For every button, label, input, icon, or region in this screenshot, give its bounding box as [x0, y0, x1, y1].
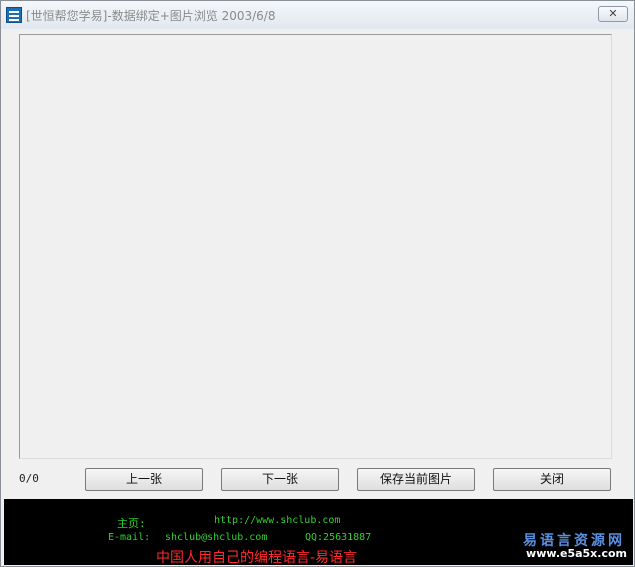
save-image-button[interactable]: 保存当前图片 — [357, 468, 475, 491]
qq-number: QQ:25631887 — [305, 532, 372, 543]
close-button[interactable]: 关闭 — [493, 468, 611, 491]
window-close-button[interactable]: ✕ — [598, 6, 628, 22]
main-window: [世恒帮您学易]-数据绑定+图片浏览 2003/6/8 ✕ 0/0 上一张 下一… — [0, 0, 635, 567]
next-image-button[interactable]: 下一张 — [221, 468, 339, 491]
image-display-area — [19, 34, 612, 459]
title-bar[interactable]: [世恒帮您学易]-数据绑定+图片浏览 2003/6/8 ✕ — [1, 1, 634, 29]
watermark-url: www.e5a5x.com — [526, 547, 627, 560]
image-counter: 0/0 — [19, 472, 39, 485]
email-label: E-mail: — [108, 532, 151, 543]
email-value: shclub@shclub.com — [165, 532, 268, 543]
homepage-label: 主页: — [117, 517, 146, 530]
previous-image-button[interactable]: 上一张 — [85, 468, 203, 491]
homepage-url: http://www.shclub.com — [214, 515, 341, 526]
app-icon — [6, 7, 22, 23]
footer-banner: 主页: http://www.shclub.com E-mail: shclub… — [4, 499, 633, 566]
slogan-text: 中国人用自己的编程语言-易语言 — [156, 550, 358, 566]
window-title: [世恒帮您学易]-数据绑定+图片浏览 2003/6/8 — [26, 9, 276, 23]
